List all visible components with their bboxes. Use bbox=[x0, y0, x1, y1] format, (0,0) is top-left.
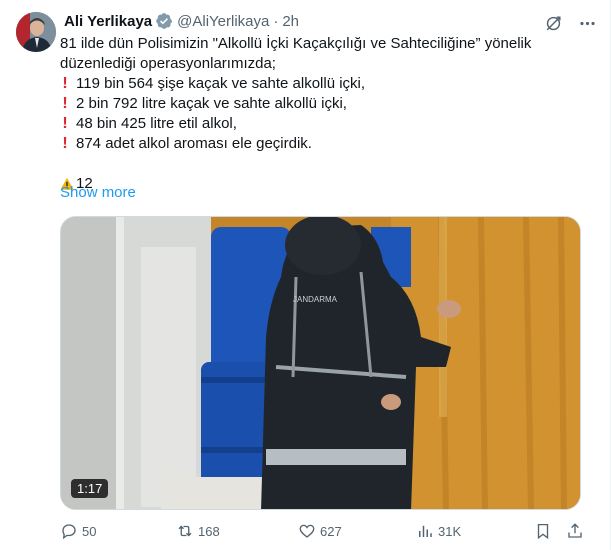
views-button[interactable]: 31K bbox=[416, 520, 461, 542]
repost-count: 168 bbox=[198, 523, 220, 539]
heart-icon bbox=[299, 524, 315, 538]
views-count: 31K bbox=[438, 523, 462, 539]
video-frame: JANDARMA bbox=[61, 217, 580, 509]
bullet-text: 2 bin 792 litre kaçak ve sahte alkollü i… bbox=[76, 95, 347, 112]
reply-count: 50 bbox=[82, 523, 97, 539]
timestamp[interactable]: 2h bbox=[282, 13, 299, 30]
analytics-icon bbox=[419, 525, 432, 537]
tweet[interactable]: Ali Yerlikaya @AliYerlikaya · 2h 81 ilde… bbox=[0, 0, 611, 550]
bullet-item: ! 2 bin 792 litre kaçak ve sahte alkollü… bbox=[60, 94, 590, 114]
share-icon bbox=[568, 523, 582, 538]
tweet-text: 81 ilde dün Polisimizin "Alkollü İçki Ka… bbox=[60, 34, 590, 194]
warning-line: 12 bbox=[60, 174, 590, 194]
bullet-text: 874 adet alkol aroması ele geçirdik. bbox=[76, 135, 312, 152]
verified-badge-icon bbox=[155, 12, 173, 30]
bookmark-button[interactable] bbox=[534, 520, 552, 542]
video-player[interactable]: JANDARMA 1:17 bbox=[60, 216, 581, 510]
tweet-text-line: düzenlediği operasyonlarımızda; bbox=[60, 55, 276, 72]
repost-icon bbox=[178, 525, 192, 537]
grok-icon[interactable] bbox=[540, 10, 566, 36]
bullet-item: ! 874 adet alkol aroması ele geçirdik. bbox=[60, 134, 590, 154]
author-name[interactable]: Ali Yerlikaya bbox=[64, 13, 152, 30]
repost-button[interactable]: 168 bbox=[176, 520, 220, 542]
vest-text: JANDARMA bbox=[293, 295, 338, 304]
bullet-item: ! 119 bin 564 şişe kaçak ve sahte alkoll… bbox=[60, 74, 590, 94]
reply-button[interactable]: 50 bbox=[60, 520, 96, 542]
tweet-actions: 50 168 627 31K bbox=[60, 520, 590, 542]
bullet-item: ! 48 bin 425 litre etil alkol, bbox=[60, 114, 590, 134]
avatar[interactable] bbox=[16, 12, 56, 52]
exclamation-icon: ! bbox=[62, 75, 68, 92]
exclamation-icon: ! bbox=[62, 95, 68, 112]
show-more-link[interactable]: Show more bbox=[60, 184, 136, 201]
tweet-text-line: 81 ilde dün Polisimizin "Alkollü İçki Ka… bbox=[60, 35, 532, 52]
exclamation-icon: ! bbox=[62, 135, 68, 152]
reply-icon bbox=[62, 524, 76, 540]
separator-dot: · bbox=[273, 12, 279, 30]
tweet-header: Ali Yerlikaya @AliYerlikaya · 2h bbox=[64, 11, 299, 31]
more-icon[interactable] bbox=[574, 10, 600, 36]
like-button[interactable]: 627 bbox=[298, 520, 342, 542]
video-duration: 1:17 bbox=[71, 479, 109, 498]
like-count: 627 bbox=[320, 523, 342, 539]
bullet-text: 48 bin 425 litre etil alkol, bbox=[76, 115, 237, 132]
share-button[interactable] bbox=[566, 520, 584, 542]
exclamation-icon: ! bbox=[62, 115, 68, 132]
bullet-text: 119 bin 564 şişe kaçak ve sahte alkollü … bbox=[76, 75, 366, 92]
author-handle[interactable]: @AliYerlikaya bbox=[177, 13, 269, 30]
header-actions bbox=[540, 10, 600, 36]
bookmark-icon bbox=[537, 523, 549, 540]
